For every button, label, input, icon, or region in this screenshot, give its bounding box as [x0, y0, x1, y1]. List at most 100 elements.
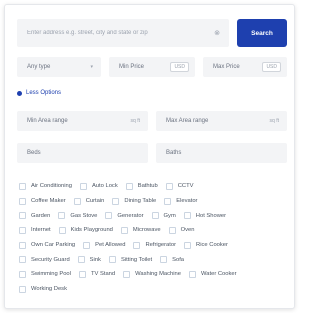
amenity-option[interactable]: Water Cooker: [189, 270, 237, 278]
amenity-checkbox[interactable]: [19, 226, 26, 234]
min-area-field[interactable]: Min Area range sq ft: [17, 111, 148, 131]
amenity-checkbox[interactable]: [165, 182, 173, 190]
amenity-option[interactable]: Auto Lock: [79, 182, 118, 190]
search-button[interactable]: Search: [237, 19, 287, 47]
amenity-checkbox[interactable]: [19, 270, 26, 278]
amenity-option[interactable]: Washing Machine: [123, 270, 181, 278]
amenity-checkbox[interactable]: [19, 212, 26, 220]
amenity-label: Sink: [89, 256, 101, 263]
amenity-checkbox[interactable]: [112, 197, 120, 205]
min-area-unit: sq ft: [130, 118, 140, 124]
amenity-option[interactable]: Oven: [168, 226, 194, 234]
amenity-option[interactable]: Hot Shower: [183, 212, 226, 220]
clear-icon[interactable]: ⊗: [213, 29, 221, 37]
amenity-option[interactable]: Microwave: [120, 226, 161, 234]
amenity-option[interactable]: Kids Playground: [58, 226, 113, 234]
amenity-checkbox[interactable]: [73, 197, 81, 205]
amenity-checkbox[interactable]: [120, 226, 128, 234]
amenity-option[interactable]: Pet Allowed: [83, 241, 126, 249]
amenity-checkbox[interactable]: [83, 241, 91, 249]
amenity-checkbox[interactable]: [151, 212, 159, 220]
amenity-checkbox[interactable]: [58, 226, 66, 234]
amenity-option[interactable]: Internet: [19, 226, 51, 234]
amenity-checkbox[interactable]: [105, 212, 113, 220]
amenity-checkbox[interactable]: [189, 270, 196, 278]
amenity-label: CCTV: [177, 183, 194, 190]
amenity-option[interactable]: Working Desk: [19, 285, 67, 293]
min-price-field[interactable]: Min Price USD: [109, 57, 195, 77]
min-price-label: Min Price: [119, 64, 145, 70]
less-options-toggle[interactable]: Less Options: [17, 90, 61, 96]
amenity-label: Swimming Pool: [31, 271, 71, 278]
less-options-label: Less Options: [26, 90, 62, 96]
amenity-checkbox[interactable]: [123, 270, 131, 278]
amenity-row: Security Guard Sink Sitting Toilet Sofa: [19, 252, 291, 267]
amenity-option[interactable]: Own Car Parking: [19, 241, 75, 249]
amenity-checkbox[interactable]: [183, 212, 191, 220]
address-search-input[interactable]: [17, 19, 229, 47]
amenity-checkbox[interactable]: [58, 212, 66, 220]
amenity-checkbox[interactable]: [79, 182, 87, 190]
amenity-label: Pet Allowed: [95, 242, 126, 249]
amenity-label: Air Conditioning: [31, 183, 72, 190]
amenity-row: Working Desk: [19, 282, 291, 297]
amenity-checkbox[interactable]: [184, 241, 192, 249]
amenity-option[interactable]: Air Conditioning: [19, 182, 72, 190]
amenity-label: Dining Table: [124, 198, 157, 205]
amenity-option[interactable]: Sink: [77, 256, 101, 264]
amenity-option[interactable]: CCTV: [165, 182, 194, 190]
amenity-option[interactable]: Generator: [105, 212, 144, 220]
amenity-option[interactable]: TV Stand: [78, 270, 115, 278]
property-type-value: Any type: [27, 64, 51, 70]
amenity-option[interactable]: Sofa: [160, 256, 184, 264]
amenity-option[interactable]: Gym: [151, 212, 176, 220]
amenity-checkbox[interactable]: [78, 270, 86, 278]
amenity-label: Curtain: [85, 198, 105, 205]
amenity-label: Refrigerator: [145, 242, 177, 249]
amenity-label: Water Cooker: [201, 271, 237, 278]
amenity-checkbox[interactable]: [19, 285, 26, 293]
amenity-option[interactable]: Rice Cooker: [184, 241, 228, 249]
amenity-label: Coffee Maker: [31, 198, 66, 205]
amenity-label: Rice Cooker: [196, 242, 228, 249]
amenity-option[interactable]: Refrigerator: [133, 241, 177, 249]
amenity-checkbox[interactable]: [19, 197, 26, 205]
amenity-label: Washing Machine: [135, 271, 181, 278]
amenity-option[interactable]: Swimming Pool: [19, 270, 71, 278]
amenity-label: Bathtub: [137, 183, 158, 190]
amenity-option[interactable]: Garden: [19, 212, 51, 220]
amenity-label: Working Desk: [31, 286, 67, 293]
amenity-option[interactable]: Security Guard: [19, 256, 70, 264]
filter-row: Any type ▾ Min Price USD Max Price USD: [17, 57, 287, 77]
amenity-checkbox[interactable]: [125, 182, 133, 190]
max-area-field[interactable]: Max Area range sq ft: [156, 111, 287, 131]
amenity-checkbox[interactable]: [160, 256, 168, 264]
amenity-option[interactable]: Curtain: [73, 197, 105, 205]
amenity-row: Swimming Pool TV Stand Washing Machine Wate…: [19, 267, 291, 282]
amenity-checkbox[interactable]: [19, 182, 26, 190]
amenity-row: Internet Kids Playground Microwave Oven: [19, 223, 291, 238]
baths-field[interactable]: Baths: [156, 143, 287, 163]
amenity-checkbox[interactable]: [19, 241, 26, 249]
amenity-option[interactable]: Gas Stove: [58, 212, 97, 220]
amenity-option[interactable]: Bathtub: [125, 182, 158, 190]
amenity-option[interactable]: Dining Table: [112, 197, 157, 205]
amenity-label: Security Guard: [31, 256, 70, 263]
amenity-checkbox[interactable]: [168, 226, 176, 234]
amenity-label: Garden: [31, 212, 51, 219]
min-price-currency: USD: [170, 62, 189, 72]
amenity-checkbox[interactable]: [19, 256, 26, 264]
max-price-field[interactable]: Max Price USD: [203, 57, 287, 77]
beds-field[interactable]: Beds: [17, 143, 148, 163]
property-type-select[interactable]: Any type ▾: [17, 57, 101, 77]
amenity-checkbox[interactable]: [77, 256, 85, 264]
amenity-option[interactable]: Elevator: [164, 197, 197, 205]
amenity-option[interactable]: Coffee Maker: [19, 197, 66, 205]
beds-label: Beds: [27, 150, 41, 156]
max-price-currency: USD: [262, 62, 281, 72]
amenity-label: Internet: [31, 227, 51, 234]
amenity-checkbox[interactable]: [133, 241, 141, 249]
amenity-checkbox[interactable]: [164, 197, 172, 205]
amenity-option[interactable]: Sitting Toilet: [108, 256, 152, 264]
amenity-checkbox[interactable]: [108, 256, 116, 264]
